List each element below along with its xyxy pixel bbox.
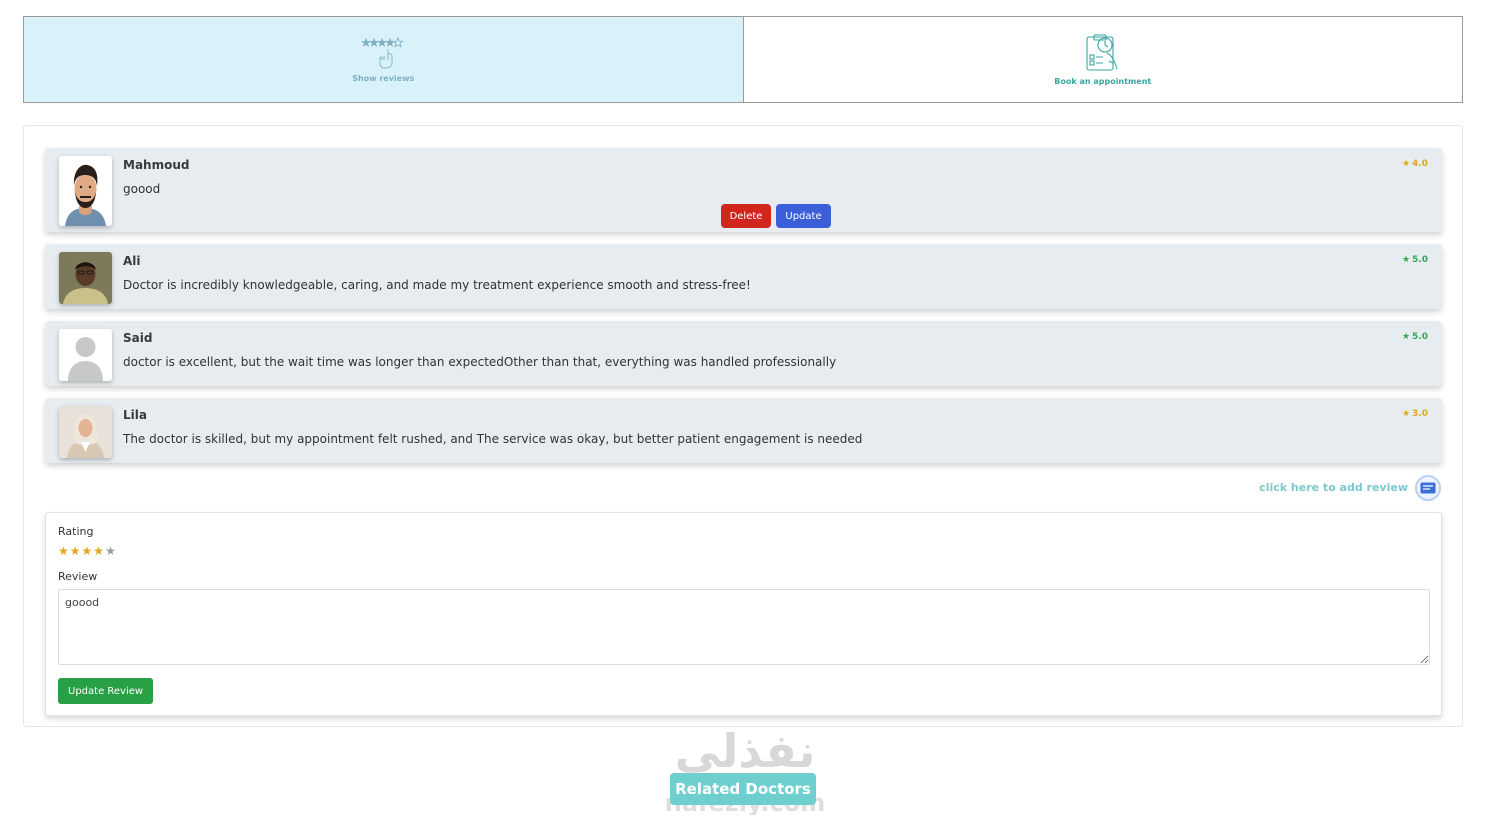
svg-text:نفذلي: نفذلي (675, 725, 816, 778)
add-review-link[interactable]: click here to add review (1259, 481, 1408, 494)
man-photo-avatar (59, 252, 112, 304)
rating-stars-input[interactable]: ★ ★ ★ ★ ★ (58, 544, 116, 558)
tab-bar: Show reviews Book an appointment (23, 16, 1463, 103)
reviewer-name: Lila (123, 408, 147, 422)
review-text: The doctor is skilled, but my appointmen… (123, 432, 863, 446)
review-text: doctor is excellent, but the wait time w… (123, 355, 837, 369)
review-card: Ali Doctor is incredibly knowledgeable, … (45, 244, 1442, 309)
review-rating: ★ 5.0 (1402, 332, 1428, 342)
rating-hand-icon (361, 36, 405, 69)
rating-star-icon[interactable]: ★ (82, 544, 93, 558)
review-rating: ★ 5.0 (1402, 255, 1428, 265)
review-rating-value: 5.0 (1412, 332, 1428, 342)
tab-book-appointment-label: Book an appointment (1054, 77, 1152, 86)
rating-label: Rating (58, 525, 94, 538)
review-card: Mahmoud goood ★ 4.0 Delete Update (45, 148, 1442, 232)
review-rating-value: 5.0 (1412, 255, 1428, 265)
update-review-button[interactable]: Update (776, 204, 831, 228)
review-card: Lila The doctor is skilled, but my appoi… (45, 398, 1442, 463)
review-textarea[interactable]: goood (58, 589, 1430, 665)
rating-star-icon[interactable]: ★ (58, 544, 69, 558)
rating-star-icon[interactable]: ★ (93, 544, 104, 558)
star-icon: ★ (1401, 255, 1411, 265)
clipboard-clock-icon (1086, 34, 1118, 71)
related-doctors-button[interactable]: Related Doctors (670, 773, 816, 805)
tab-show-reviews[interactable]: Show reviews (24, 17, 744, 102)
review-text: Doctor is incredibly knowledgeable, cari… (123, 278, 751, 292)
rating-star-icon[interactable]: ★ (105, 544, 116, 558)
review-rating-value: 4.0 (1412, 159, 1428, 169)
add-review-icon[interactable] (1415, 475, 1441, 501)
rating-star-icon[interactable]: ★ (70, 544, 81, 558)
star-icon: ★ (1401, 159, 1411, 169)
star-icon: ★ (1401, 332, 1411, 342)
woman-photo-avatar (59, 406, 112, 458)
default-user-avatar (59, 329, 112, 381)
update-review-submit-button[interactable]: Update Review (58, 678, 154, 704)
review-rating-value: 3.0 (1412, 409, 1428, 419)
delete-review-button[interactable]: Delete (721, 204, 771, 228)
reviewer-name: Said (123, 331, 153, 345)
bearded-man-avatar (59, 156, 112, 226)
tab-show-reviews-label: Show reviews (352, 74, 415, 83)
review-text: goood (123, 182, 161, 196)
review-rating: ★ 3.0 (1402, 409, 1428, 419)
reviews-panel: Mahmoud goood ★ 4.0 Delete Update Ali Do… (23, 125, 1463, 727)
review-card: Said doctor is excellent, but the wait t… (45, 321, 1442, 386)
review-rating: ★ 4.0 (1402, 159, 1428, 169)
tab-book-appointment[interactable]: Book an appointment (744, 17, 1463, 102)
review-form: Rating ★ ★ ★ ★ ★ Review goood Update Review (45, 512, 1442, 716)
review-label: Review (58, 570, 98, 583)
star-icon: ★ (1401, 409, 1411, 419)
reviewer-name: Mahmoud (123, 158, 190, 172)
reviewer-name: Ali (123, 254, 141, 268)
